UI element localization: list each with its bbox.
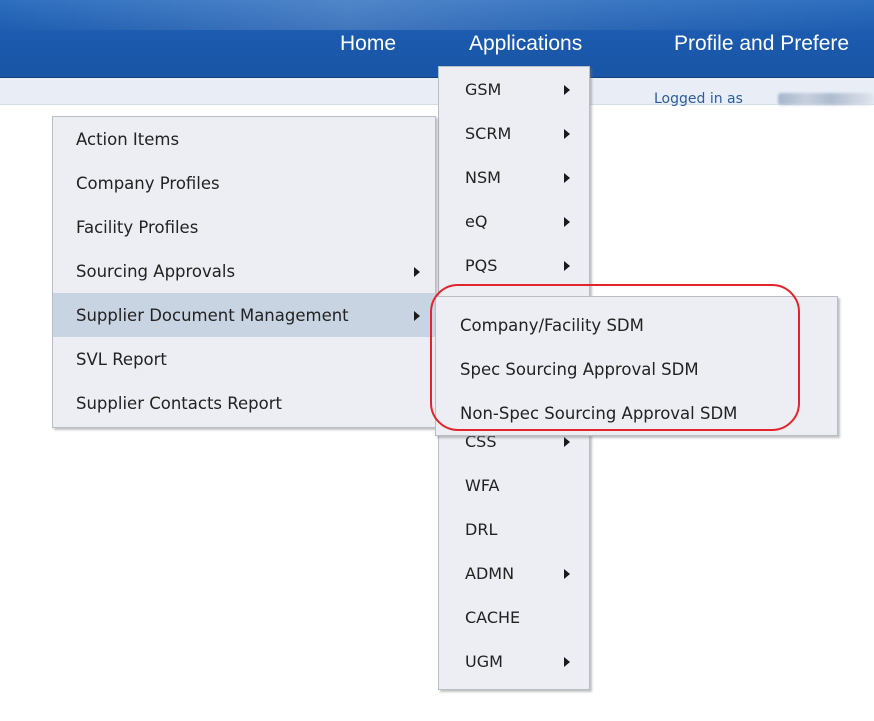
- app-menu-item-drl[interactable]: DRL: [439, 507, 589, 551]
- submenu-arrow-icon: [564, 173, 570, 183]
- submenu-arrow-icon: [564, 85, 570, 95]
- submenu-item-label: Non-Spec Sourcing Approval SDM: [460, 404, 738, 423]
- app-menu-item-label: WFA: [465, 476, 500, 495]
- sdm-submenu: Company/Facility SDM Spec Sourcing Appro…: [435, 296, 838, 436]
- app-menu-item-label: CACHE: [465, 608, 521, 627]
- app-menu-item-label: GSM: [465, 80, 502, 99]
- app-menu-item-nsm[interactable]: NSM: [439, 155, 589, 199]
- app-menu-item-scrm[interactable]: SCRM: [439, 111, 589, 155]
- app-menu-item-eq[interactable]: eQ: [439, 199, 589, 243]
- submenu-arrow-icon: [564, 437, 570, 447]
- menu-item-label: Facility Profiles: [76, 218, 199, 237]
- submenu-arrow-icon: [564, 217, 570, 227]
- app-menu-item-ugm[interactable]: UGM: [439, 639, 589, 683]
- submenu-arrow-icon: [564, 129, 570, 139]
- app-menu-item-gsm[interactable]: GSM: [439, 67, 589, 111]
- app-menu-item-admn[interactable]: ADMN: [439, 551, 589, 595]
- app-menu-item-label: UGM: [465, 652, 503, 671]
- submenu-arrow-icon: [564, 569, 570, 579]
- menu-item-supplier-document-management[interactable]: Supplier Document Management: [53, 293, 435, 337]
- submenu-arrow-icon: [414, 311, 420, 321]
- app-menu-item-label: PQS: [465, 256, 498, 275]
- logged-in-label: Logged in as: [654, 91, 743, 107]
- submenu-arrow-icon: [564, 261, 570, 271]
- app-menu-item-label: NSM: [465, 168, 501, 187]
- submenu-item-non-spec-sourcing-approval-sdm[interactable]: Non-Spec Sourcing Approval SDM: [436, 391, 837, 435]
- submenu-item-company-facility-sdm[interactable]: Company/Facility SDM: [436, 303, 837, 347]
- submenu-arrow-icon: [414, 267, 420, 277]
- app-menu-item-label: eQ: [465, 212, 488, 231]
- app-menu-item-label: DRL: [465, 520, 498, 539]
- app-menu-item-label: SCRM: [465, 124, 512, 143]
- menu-item-sourcing-approvals[interactable]: Sourcing Approvals: [53, 249, 435, 293]
- submenu-arrow-icon: [564, 657, 570, 667]
- nav-home[interactable]: Home: [340, 32, 396, 56]
- menu-item-label: Action Items: [76, 130, 180, 149]
- menu-item-facility-profiles[interactable]: Facility Profiles: [53, 205, 435, 249]
- menu-item-label: Supplier Contacts Report: [76, 394, 282, 413]
- submenu-item-label: Spec Sourcing Approval SDM: [460, 360, 699, 379]
- cascade-menu: Action Items Company Profiles Facility P…: [52, 116, 436, 428]
- menu-item-label: Sourcing Approvals: [76, 262, 236, 281]
- menu-item-company-profiles[interactable]: Company Profiles: [53, 161, 435, 205]
- menu-item-label: Supplier Document Management: [76, 306, 349, 325]
- nav-profile-and-preferences[interactable]: Profile and Prefere: [674, 32, 849, 56]
- menu-item-label: Company Profiles: [76, 174, 220, 193]
- menu-item-svl-report[interactable]: SVL Report: [53, 337, 435, 381]
- menu-item-action-items[interactable]: Action Items: [53, 117, 435, 161]
- app-menu-item-pqs[interactable]: PQS: [439, 243, 589, 287]
- app-menu-item-cache[interactable]: CACHE: [439, 595, 589, 639]
- app-menu-item-wfa[interactable]: WFA: [439, 463, 589, 507]
- submenu-item-label: Company/Facility SDM: [460, 316, 644, 335]
- menu-item-supplier-contacts-report[interactable]: Supplier Contacts Report: [53, 381, 435, 425]
- menu-item-label: SVL Report: [76, 350, 167, 369]
- redacted-username: [778, 93, 874, 105]
- nav-bar-sheen: [0, 0, 874, 30]
- app-menu-item-label: ADMN: [465, 564, 515, 583]
- submenu-item-spec-sourcing-approval-sdm[interactable]: Spec Sourcing Approval SDM: [436, 347, 837, 391]
- top-nav-bar: Home Applications Profile and Prefere: [0, 0, 874, 78]
- nav-applications[interactable]: Applications: [469, 32, 582, 56]
